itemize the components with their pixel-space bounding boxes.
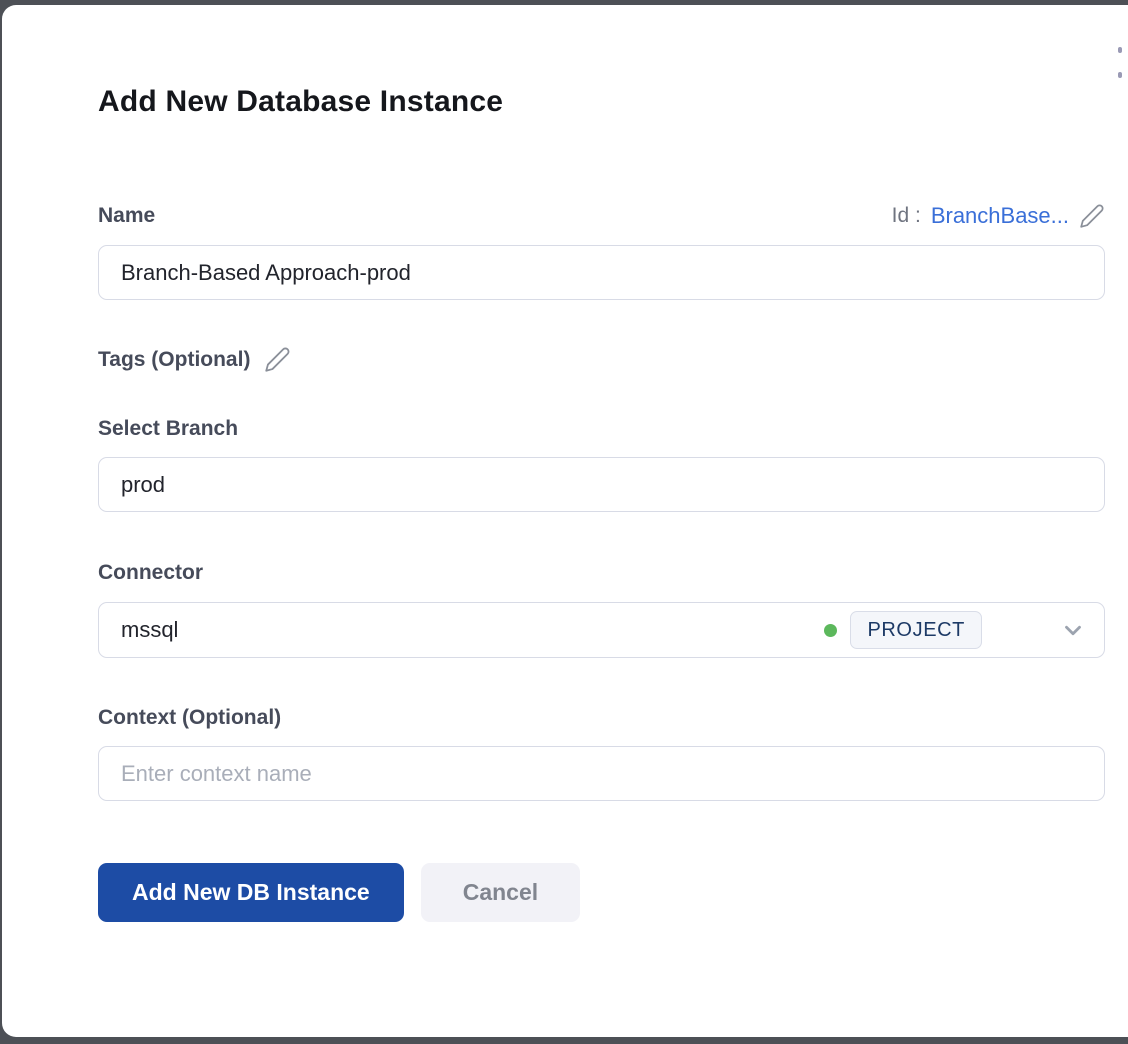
tags-label: Tags (Optional)	[98, 348, 250, 372]
instance-id-group: Id : BranchBase...	[892, 203, 1105, 229]
connector-label: Connector	[98, 561, 1105, 585]
cancel-button[interactable]: Cancel	[421, 863, 580, 922]
name-label: Name	[98, 204, 155, 228]
edit-tags-icon[interactable]	[264, 346, 291, 373]
connector-select[interactable]: PROJECT	[98, 602, 1105, 658]
instance-id-link[interactable]: BranchBase...	[931, 203, 1069, 229]
add-database-instance-modal: Add New Database Instance Name Id : Bran…	[2, 5, 1128, 1037]
context-input[interactable]	[98, 746, 1105, 801]
modal-title: Add New Database Instance	[98, 5, 1105, 119]
chevron-down-icon[interactable]	[1060, 617, 1086, 643]
name-input[interactable]	[98, 245, 1105, 300]
add-db-instance-button[interactable]: Add New DB Instance	[98, 863, 404, 922]
connector-scope-badge: PROJECT	[850, 611, 982, 649]
connector-input[interactable]	[99, 603, 824, 657]
branch-input[interactable]	[98, 457, 1105, 512]
branch-label: Select Branch	[98, 417, 1105, 441]
id-prefix-label: Id :	[892, 204, 921, 228]
edit-id-icon[interactable]	[1079, 203, 1105, 229]
clipped-edge-marks	[1118, 47, 1122, 97]
context-label: Context (Optional)	[98, 706, 1105, 730]
connector-status-dot	[824, 624, 837, 637]
